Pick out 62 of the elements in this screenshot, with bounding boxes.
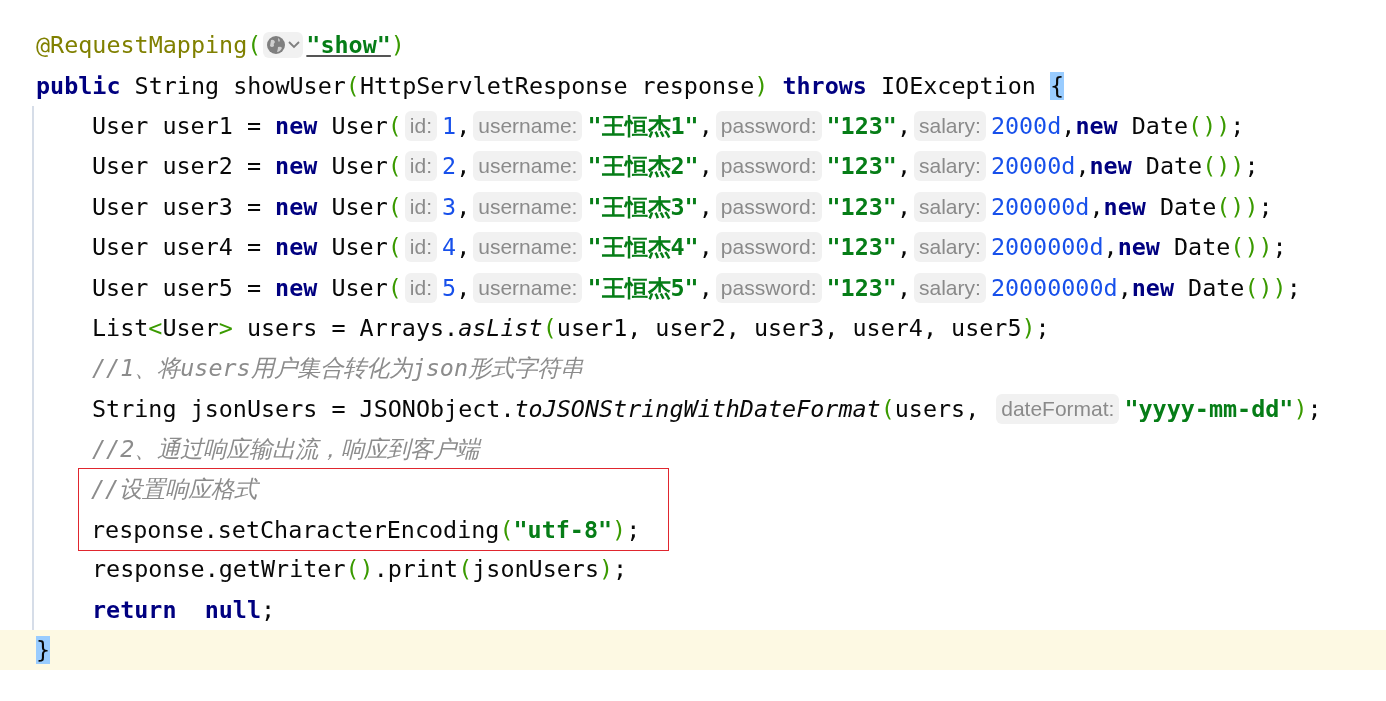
code-text: User user3 = new User( [92,192,402,221]
code-text: public String showUser(HttpServletResponse response) throws IOException { [36,71,1065,100]
parameter-hint: password: [715,110,822,141]
code-text: //1、将users用户集合转化为json形式字符串 [92,353,583,385]
parameter-hint: salary: [914,272,986,303]
parameter-hint: password: [715,272,822,303]
code-text: 2, [442,152,471,181]
code-text: } [36,636,51,665]
code-text: User user4 = new User( [92,233,402,262]
code-text: "123", [826,152,911,181]
code-text: return null; [92,595,276,624]
parameter-hint: password: [715,151,822,182]
globe-icon [266,35,287,56]
code-text: "王恒杰2", [587,151,713,183]
parameter-hint: username: [473,272,583,303]
parameter-hint: salary: [914,191,986,222]
code-text: "123", [826,192,911,221]
code-text: "123", [826,111,911,140]
parameter-hint: username: [473,110,583,141]
parameter-hint: dateFormat: [996,393,1120,424]
url-hint[interactable] [263,32,304,59]
code-text: //设置响应格式 [91,474,258,506]
code-text: 2000000d,new Date()); [990,233,1287,262]
code-text: 5, [442,273,471,302]
code-text: "王恒杰5", [587,272,713,304]
parameter-hint: id: [404,110,438,141]
code-text: 200000d,new Date()); [990,192,1273,221]
code-text: 20000000d,new Date()); [990,273,1301,302]
chevron-icon [288,41,301,50]
code-text: "王恒杰1", [587,110,713,142]
code-text: List<User> users = Arrays.asList(user1, user2, user3, user4, user5); [92,313,1050,342]
code-text: "王恒杰3", [587,191,713,223]
parameter-hint: password: [715,232,822,263]
code-text: //2、通过响应输出流，响应到客户端 [92,434,480,466]
parameter-hint: id: [404,272,438,303]
parameter-hint: username: [473,191,583,222]
parameter-hint: id: [404,191,438,222]
parameter-hint: username: [473,232,583,263]
code-text: "yyyy-mm-dd"); [1124,394,1322,423]
code-text: response.getWriter().print(jsonUsers); [92,555,628,584]
code-text: @RequestMapping( [36,31,262,60]
code-text: 1, [442,111,471,140]
parameter-hint: salary: [914,232,986,263]
code-text: 20000d,new Date()); [990,152,1259,181]
parameter-hint: id: [404,151,438,182]
code-text: "123", [826,233,911,262]
code-text: 4, [442,233,471,262]
code-text: "show") [306,31,405,60]
parameter-hint: username: [473,151,583,182]
code-text: User user1 = new User( [92,111,402,140]
code-text: 3, [442,192,471,221]
parameter-hint: salary: [914,110,986,141]
parameter-hint: id: [404,232,438,263]
code-text: User user2 = new User( [92,152,402,181]
code-text: "123", [826,273,911,302]
code-text: 2000d,new Date()); [990,111,1245,140]
parameter-hint: salary: [914,151,986,182]
code-text: String jsonUsers = JSONObject.toJSONStringWithDateFormat(users, [92,394,980,423]
code-text: response.setCharacterEncoding("utf-8"); [91,515,641,544]
code-text: User user5 = new User( [92,273,402,302]
code-text: "王恒杰4", [587,232,713,264]
parameter-hint: password: [715,191,822,222]
